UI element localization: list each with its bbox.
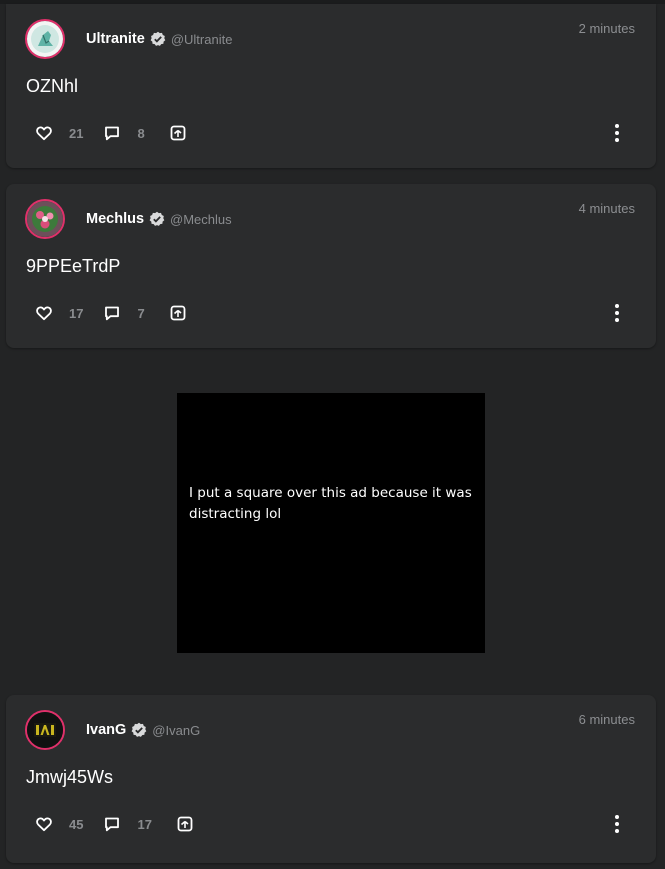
like-button[interactable]: 45	[35, 815, 83, 833]
like-count: 17	[69, 305, 84, 321]
post-body: 9PPEeTrdP	[26, 256, 121, 276]
display-name[interactable]: Ultranite	[86, 31, 145, 47]
comment-button[interactable]: 17	[103, 815, 152, 833]
author-line: Mechlus @Mechlus	[86, 209, 232, 229]
post-actions: 45 17	[35, 814, 194, 834]
comment-button[interactable]: 8	[103, 124, 145, 142]
share-icon	[170, 305, 186, 321]
more-vertical-icon[interactable]	[613, 123, 621, 143]
share-button[interactable]	[169, 124, 187, 142]
display-name[interactable]: Mechlus	[86, 211, 144, 227]
like-count: 45	[69, 816, 84, 832]
post-actions: 17 7	[35, 303, 187, 323]
share-icon	[170, 125, 186, 141]
post-card: IvanG @IvanG 6 minutes Jmwj45Ws 45 17	[6, 695, 656, 863]
more-vertical-icon[interactable]	[613, 814, 621, 834]
post-timestamp: 6 minutes	[578, 712, 635, 727]
heart-icon	[36, 126, 52, 141]
post-card: Ultranite @Ultranite 2 minutes OZNhl 21 …	[6, 4, 656, 168]
verified-badge-icon	[131, 722, 147, 738]
like-button[interactable]: 21	[35, 124, 83, 142]
post-body: Jmwj45Ws	[26, 767, 114, 787]
comment-icon	[105, 126, 120, 141]
avatar[interactable]	[25, 710, 65, 750]
share-icon	[177, 816, 193, 832]
like-count: 21	[69, 125, 84, 141]
post-actions: 21 8	[35, 123, 187, 143]
user-handle[interactable]: @Ultranite	[171, 32, 233, 47]
author-line: IvanG @IvanG	[86, 720, 200, 740]
feed-page: Ultranite @Ultranite 2 minutes OZNhl 21 …	[0, 0, 665, 869]
ad-cover-square: I put a square over this ad because it w…	[177, 393, 485, 653]
comment-button[interactable]: 7	[103, 304, 145, 322]
heart-icon	[36, 306, 52, 321]
display-name[interactable]: IvanG	[86, 722, 126, 738]
post-timestamp: 2 minutes	[578, 21, 635, 36]
comment-icon	[105, 817, 120, 832]
ivang-avatar-icon	[27, 712, 63, 748]
avatar[interactable]	[25, 199, 65, 239]
comment-count: 17	[137, 816, 152, 832]
user-handle[interactable]: @IvanG	[152, 723, 200, 738]
verified-badge-icon	[150, 31, 166, 47]
heart-icon	[36, 817, 52, 832]
author-line: Ultranite @Ultranite	[86, 29, 232, 49]
comment-count: 7	[137, 305, 145, 321]
ad-cover-text: I put a square over this ad because it w…	[189, 485, 472, 522]
verified-badge-icon	[149, 211, 165, 227]
user-handle[interactable]: @Mechlus	[170, 212, 232, 227]
like-button[interactable]: 17	[35, 304, 83, 322]
ultranite-avatar-icon	[27, 21, 63, 57]
comment-icon	[105, 306, 120, 321]
share-button[interactable]	[176, 815, 194, 833]
post-body: OZNhl	[26, 76, 79, 96]
avatar[interactable]	[25, 19, 65, 59]
post-timestamp: 4 minutes	[578, 201, 635, 216]
post-card: Mechlus @Mechlus 4 minutes 9PPEeTrdP 17 …	[6, 184, 656, 348]
comment-count: 8	[137, 125, 145, 141]
more-vertical-icon[interactable]	[613, 303, 621, 323]
mechlus-avatar-icon	[27, 201, 63, 237]
share-button[interactable]	[169, 304, 187, 322]
